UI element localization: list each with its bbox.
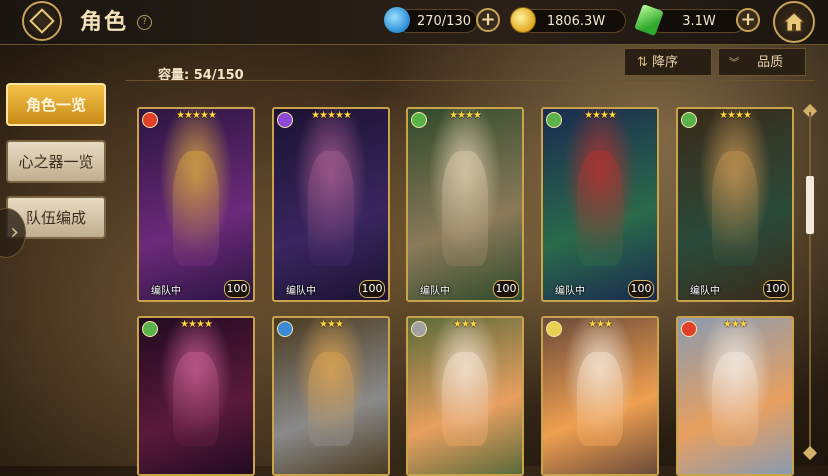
character-figure — [712, 352, 758, 446]
character-figure — [173, 151, 219, 266]
rarity-stars: ★★★★ — [449, 110, 482, 121]
scroll-thumb[interactable] — [806, 176, 814, 234]
scrollbar[interactable] — [802, 103, 818, 461]
gold-value: 1806.3W — [546, 14, 606, 29]
add-stamina-button[interactable]: + — [476, 8, 500, 32]
rarity-stars: ★★★★★ — [311, 110, 352, 121]
level-badge: 100 — [493, 280, 519, 298]
in-team-label: 编队中 — [420, 286, 450, 297]
level-badge: 100 — [224, 280, 250, 298]
character-card[interactable]: ★★★★ 编队中 100 — [541, 107, 659, 302]
character-card[interactable]: ★★★★ 编队中 100 — [406, 107, 524, 302]
top-bar: 角色 ? 270/130 + 1806.3W 3.1W + — [0, 0, 828, 45]
rarity-stars: ★★★★ — [719, 110, 752, 121]
character-figure — [712, 151, 758, 266]
character-card[interactable]: ★★★ — [676, 316, 794, 476]
character-card[interactable]: ★★★ — [406, 316, 524, 476]
character-card[interactable]: ★★★ — [541, 316, 659, 476]
chevron-down-icon: ︾ — [729, 58, 739, 69]
add-crystal-button[interactable]: + — [736, 8, 760, 32]
in-team-label: 编队中 — [286, 286, 316, 297]
scroll-track — [809, 112, 811, 452]
character-figure — [577, 151, 623, 266]
home-button[interactable] — [773, 1, 815, 43]
quality-filter-label: 品质 — [757, 55, 784, 70]
rarity-stars: ★★★ — [453, 319, 478, 330]
blue-fish-icon — [384, 7, 410, 33]
tab-character-list[interactable]: 角色一览 — [6, 83, 106, 126]
sort-order-icon: ⇅ — [637, 55, 648, 70]
character-figure — [577, 352, 623, 446]
character-figure — [308, 151, 354, 266]
in-team-label: 编队中 — [690, 286, 720, 297]
level-badge: 100 — [628, 280, 654, 298]
sort-order-label: 降序 — [652, 55, 679, 70]
in-team-label: 编队中 — [151, 286, 181, 297]
rarity-stars: ★★★ — [588, 319, 613, 330]
rarity-stars: ★★★ — [723, 319, 748, 330]
back-button[interactable] — [22, 1, 62, 41]
character-figure — [442, 352, 488, 446]
rarity-stars: ★★★★★ — [176, 110, 217, 121]
help-icon[interactable]: ? — [137, 15, 152, 30]
level-badge: 100 — [359, 280, 385, 298]
character-card[interactable]: ★★★★★ 编队中 100 — [137, 107, 255, 302]
rarity-stars: ★★★ — [319, 319, 344, 330]
page-title: 角色 — [80, 9, 129, 35]
stamina-value: 270/130 — [416, 14, 471, 29]
in-team-label: 编队中 — [555, 286, 585, 297]
rarity-stars: ★★★★ — [180, 319, 213, 330]
character-card[interactable]: ★★★★ 编队中 100 — [676, 107, 794, 302]
crystal-value: 3.1W — [682, 14, 716, 29]
character-figure — [442, 151, 488, 266]
character-card[interactable]: ★★★ — [272, 316, 390, 476]
diamond-back-icon — [29, 8, 55, 34]
home-icon — [782, 12, 806, 32]
character-figure — [173, 352, 219, 446]
gold-coin-icon — [510, 7, 536, 33]
character-card[interactable]: ★★★★★ 编队中 100 — [272, 107, 390, 302]
sort-order-button[interactable]: ⇅ 降序 — [624, 48, 712, 76]
character-figure — [308, 352, 354, 446]
quality-filter-button[interactable]: ︾ 品质 — [718, 48, 806, 76]
level-badge: 100 — [763, 280, 789, 298]
character-card[interactable]: ★★★★ — [137, 316, 255, 476]
tab-heart-vessel-list[interactable]: 心之器一览 — [6, 140, 106, 183]
rarity-stars: ★★★★ — [584, 110, 617, 121]
divider — [125, 80, 815, 81]
